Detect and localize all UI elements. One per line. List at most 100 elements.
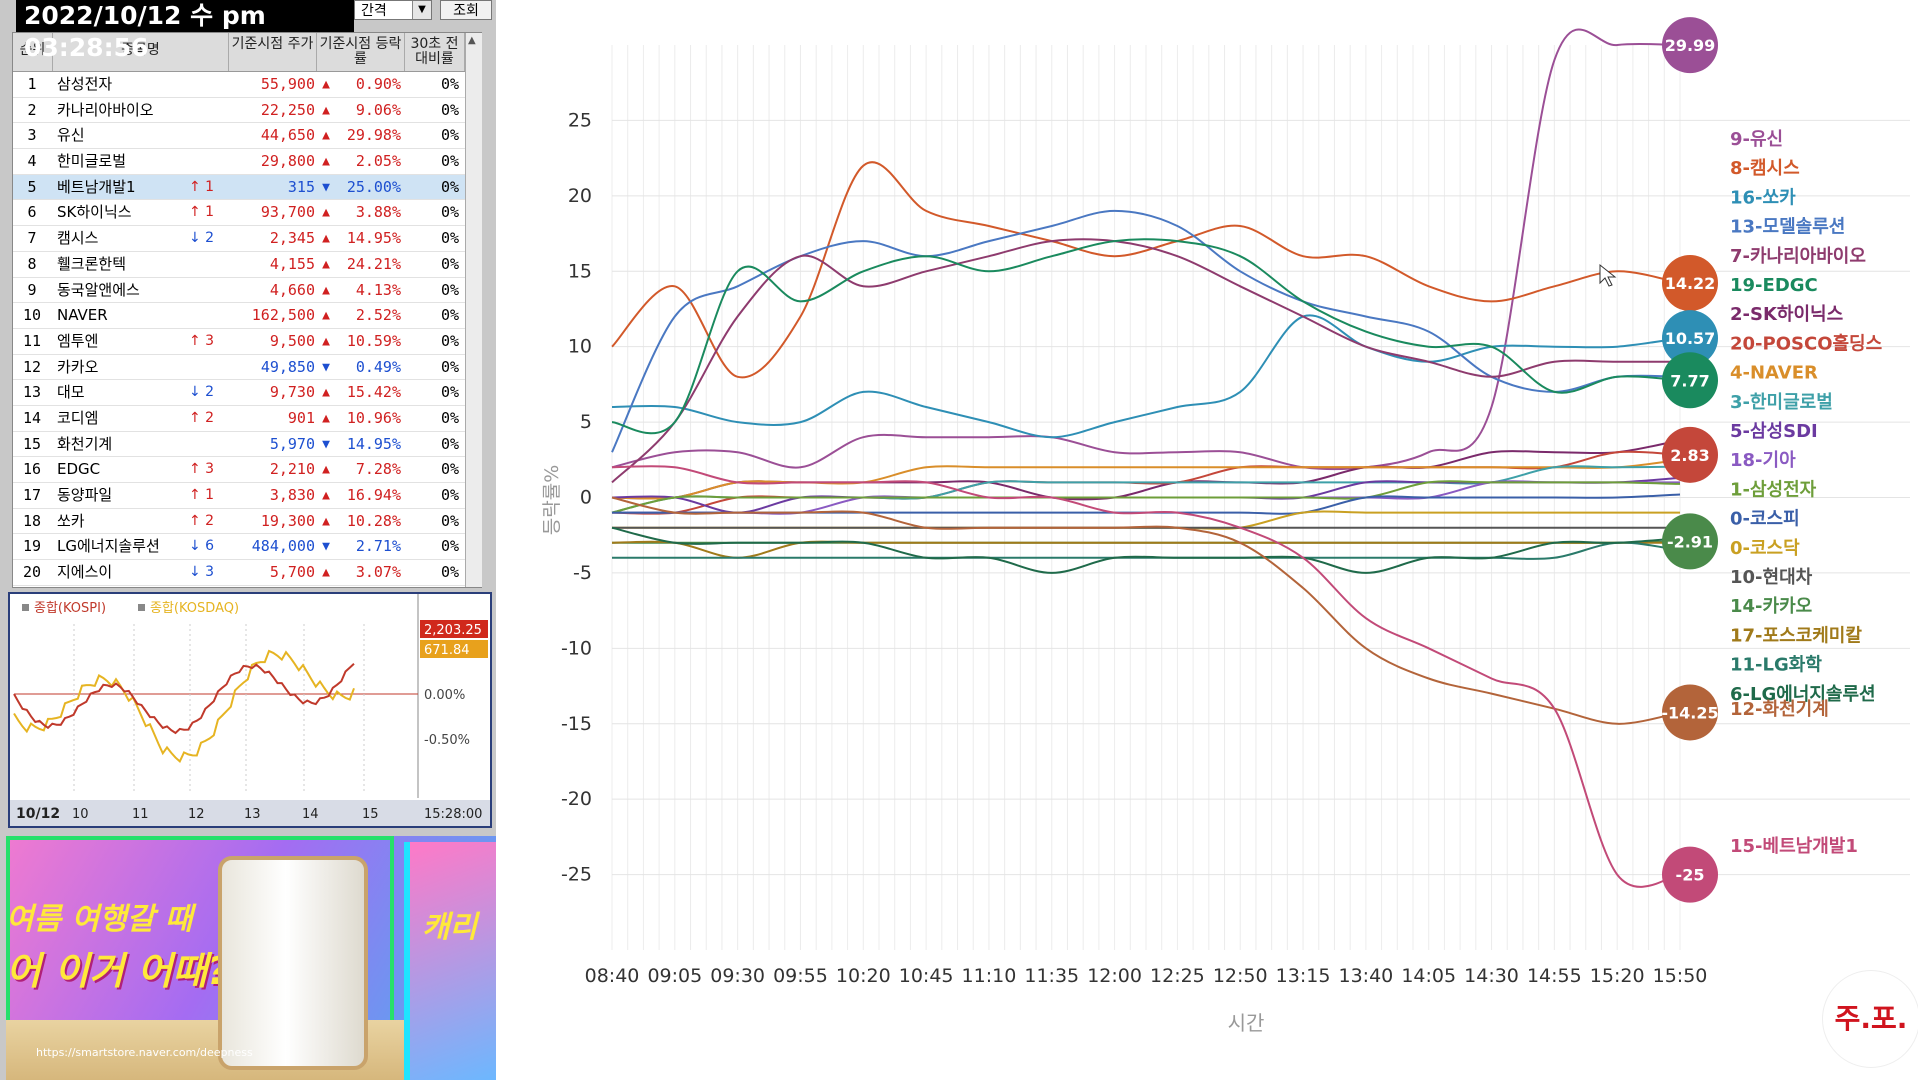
end-value-label: 2.83 [1670, 446, 1709, 465]
banner-panel-2-text: 캐리 [422, 910, 478, 945]
header-cmp[interactable]: 30초 전 대비률 [405, 33, 465, 71]
legend-label: 12-화천기계 [1730, 699, 1829, 720]
rank-cell: 8 [27, 254, 37, 273]
chevron-down-icon[interactable]: ▼ [412, 1, 431, 19]
table-row[interactable]: 8 휄크론한텍 4,155 ▲ 24.21% 0% [13, 252, 465, 278]
rate-cell: 10.28% [346, 511, 401, 530]
compare-cell: 0% [440, 177, 459, 196]
table-row[interactable]: 17 동양파일 ↑ 1 3,830 ▲ 16.94% 0% [13, 483, 465, 509]
legend-label: 18-기아 [1730, 450, 1796, 471]
legend-label: 1-삼성전자 [1730, 479, 1817, 500]
table-row[interactable]: 14 코디엠 ↑ 2 901 ▲ 10.96% 0% [13, 406, 465, 432]
name-cell: NAVER [57, 306, 108, 325]
suitcase-image [218, 856, 368, 1070]
legend-label: 5-삼성SDI [1730, 421, 1818, 442]
end-value-label: -2.91 [1667, 532, 1713, 551]
rank-cell: 15 [22, 434, 42, 453]
rank-cell: 17 [22, 486, 42, 504]
compare-cell: 0% [440, 254, 459, 273]
rank-cell: 16 [22, 460, 42, 479]
table-row[interactable]: 2 카나리아바이오 22,250 ▲ 9.06% 0% [13, 98, 465, 124]
table-scrollbar[interactable]: ▲ [465, 33, 482, 587]
price-cell: 22,250 [260, 100, 315, 119]
compare-cell: 0% [440, 331, 459, 350]
banner-panel-2[interactable]: 캐리 [404, 842, 496, 1080]
table-row[interactable]: 12 카카오 49,850 ▼ 0.49% 0% [13, 355, 465, 381]
legend-label: 7-카나리아바이오 [1730, 246, 1866, 267]
mini-right-tick: -0.50% [424, 733, 470, 748]
table-row[interactable]: 19 LG에너지솔루션 ↓ 6 484,000 ▼ 2.71% 0% [13, 534, 465, 561]
y-tick-label: -15 [561, 713, 592, 735]
table-row[interactable]: 16 EDGC ↑ 3 2,210 ▲ 7.28% 0% [13, 457, 465, 483]
banner-url[interactable]: https://smartstore.naver.com/deepness [36, 1046, 253, 1059]
price-cell: 5,970 [269, 434, 315, 453]
compare-cell: 0% [440, 383, 459, 402]
header-price[interactable]: 기준시점 주가 [229, 33, 317, 71]
rank-change-cell [189, 123, 229, 148]
table-row[interactable]: 20 지에스이 ↓ 3 5,700 ▲ 3.07% 0% [13, 560, 465, 586]
price-cell: 29,800 [260, 152, 315, 171]
x-tick-label: 08:40 [585, 965, 640, 987]
rate-cell: 2.05% [355, 152, 401, 171]
left-panel: 2022/10/12 수 pm 03:28:56 간격 ▼ 조회 순위 종목명 … [0, 0, 496, 1080]
direction-icon: ▼ [322, 359, 330, 375]
direction-icon: ▲ [322, 462, 330, 478]
table-row[interactable]: 11 엠투엔 ↑ 3 9,500 ▲ 10.59% 0% [13, 329, 465, 355]
header-rate[interactable]: 기준시점 등락률 [317, 33, 405, 71]
end-value-label: 29.99 [1665, 36, 1716, 55]
rank-cell: 9 [27, 280, 37, 299]
table-row[interactable]: 9 동국알앤에스 4,660 ▲ 4.13% 0% [13, 278, 465, 304]
legend-label: 17-포스코케미칼 [1730, 625, 1862, 646]
name-cell: 삼성전자 [57, 75, 113, 93]
rank-change-cell: ↑ 3 [189, 332, 215, 349]
rank-change-cell [189, 432, 229, 457]
rank-change-cell: ↑ 1 [189, 487, 215, 503]
compare-cell: 0% [440, 229, 459, 248]
query-button[interactable]: 조회 [440, 0, 492, 20]
rate-cell: 2.71% [355, 537, 401, 556]
table-row[interactable]: 7 캠시스 ↓ 2 2,345 ▲ 14.95% 0% [13, 226, 465, 252]
price-cell: 5,700 [269, 563, 315, 582]
rank-change-cell [189, 149, 229, 174]
table-row[interactable]: 4 한미글로벌 29,800 ▲ 2.05% 0% [13, 149, 465, 175]
kospi-legend-label: 종합(KOSPI) [34, 601, 106, 616]
y-tick-label: -20 [561, 788, 592, 810]
name-cell: 쏘카 [57, 511, 85, 530]
x-tick-label: 14:30 [1464, 965, 1519, 987]
compare-cell: 0% [440, 460, 459, 479]
table-row[interactable]: 5 베트남개발1 ↑ 1 315 ▼ 25.00% 0% [13, 174, 465, 201]
legend-label: 4-NAVER [1730, 363, 1818, 384]
rank-change-cell: ↓ 2 [189, 384, 215, 401]
direction-icon: ▼ [322, 539, 330, 555]
direction-icon: ▲ [322, 410, 330, 426]
table-row[interactable]: 13 대모 ↓ 2 9,730 ▲ 15.42% 0% [13, 380, 465, 406]
y-tick-label: -10 [561, 637, 592, 659]
rate-cell: 3.07% [355, 563, 401, 582]
compare-cell: 0% [440, 357, 459, 376]
x-tick-label: 09:05 [647, 965, 702, 987]
table-row[interactable]: 1 삼성전자 55,900 ▲ 0.90% 0% [13, 72, 465, 98]
rank-cell: 13 [22, 383, 42, 402]
end-value-label: -25 [1676, 866, 1705, 885]
index-mini-chart: 종합(KOSPI) 종합(KOSDAQ) 2,203.25 671.84 0.00% -0… [8, 592, 492, 828]
table-row[interactable]: 3 유신 44,650 ▲ 29.98% 0% [13, 123, 465, 150]
ad-banner[interactable]: 여름 여행갈 때 어 이거 어때? https://smartstore.nav… [6, 836, 496, 1080]
kosdaq-legend-swatch [138, 604, 145, 611]
table-row[interactable]: 6 SK하이닉스 ↑ 1 93,700 ▲ 3.88% 0% [13, 200, 465, 227]
mini-date-label: 10/12 [16, 806, 60, 822]
legend-label: 9-유신 [1730, 129, 1783, 150]
table-body: 1 삼성전자 55,900 ▲ 0.90% 0% 2 카나리아바이오 22,250 ▲ 9.06% 0… [13, 72, 465, 586]
scroll-up-icon[interactable]: ▲ [468, 35, 476, 46]
x-tick-label: 10:45 [899, 965, 954, 987]
x-axis-label: 시간 [1228, 1011, 1265, 1035]
compare-cell: 0% [440, 434, 459, 453]
table-row[interactable]: 10 NAVER 162,500 ▲ 2.52% 0% [13, 303, 465, 329]
table-row[interactable]: 15 화천기계 5,970 ▼ 14.95% 0% [13, 432, 465, 458]
table-row[interactable]: 18 쏘카 ↑ 2 19,300 ▲ 10.28% 0% [13, 509, 465, 535]
compare-cell: 0% [440, 563, 459, 582]
price-cell: 2,345 [269, 229, 315, 248]
rate-cell: 14.95% [346, 229, 401, 248]
y-tick-label: 10 [568, 336, 592, 358]
rank-change-cell: ↓ 6 [189, 538, 215, 555]
direction-icon: ▲ [322, 308, 330, 324]
